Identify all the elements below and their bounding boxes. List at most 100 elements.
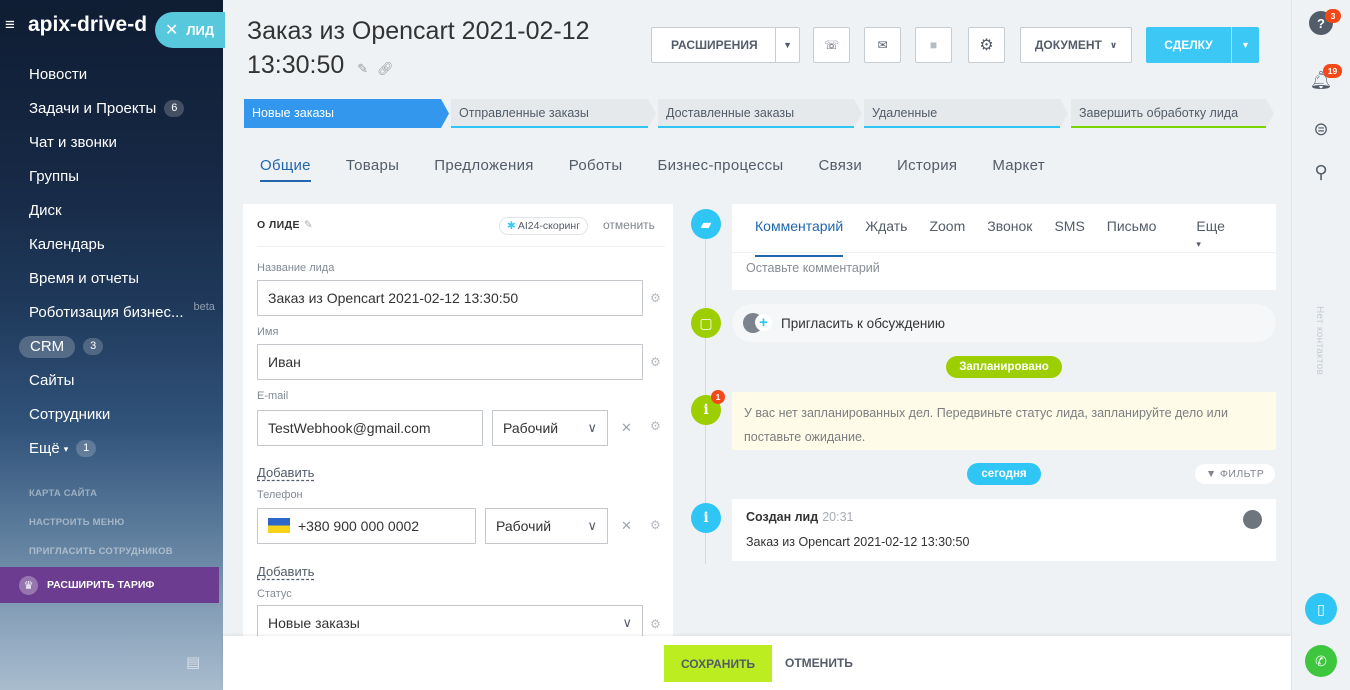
mail-icon[interactable]: ✉	[864, 27, 901, 63]
phone-icon[interactable]: ☏	[813, 27, 850, 63]
name-input[interactable]: Иван	[257, 344, 643, 380]
tab-general[interactable]: Общие	[260, 157, 311, 182]
sidebar-item-time[interactable]: Время и отчеты	[29, 268, 219, 302]
document-button[interactable]: ДОКУМЕНТ ∨	[1020, 27, 1132, 63]
panel-header: О ЛИДЕ ✎	[257, 219, 313, 231]
planned-empty-message: У вас нет запланированных дел. Передвинь…	[732, 392, 1276, 450]
sidebar-item-more[interactable]: Ещё ▾ 1	[29, 438, 219, 472]
tab-links[interactable]: Связи	[819, 157, 863, 182]
gear-icon[interactable]: ⚙	[650, 419, 661, 433]
email-input[interactable]: TestWebhook@gmail.com	[257, 410, 483, 446]
planned-pill: Запланировано	[946, 356, 1062, 378]
gear-icon[interactable]: ⚙	[650, 355, 661, 369]
tab-products[interactable]: Товары	[346, 157, 399, 182]
sidebar-item-tasks[interactable]: Задачи и Проекты 6	[29, 98, 219, 132]
stage-deleted[interactable]: Удаленные	[864, 99, 1068, 128]
comment-input[interactable]: Оставьте комментарий	[746, 261, 880, 275]
sidebar-item-label: CRM	[19, 336, 76, 358]
right-sidebar: ? 3 🔔︎ 19 ⊜ ⚲ Нет контактов ▯ ✆	[1291, 0, 1350, 690]
panel-header-label: О ЛИДЕ	[257, 219, 300, 231]
status-select[interactable]: Новые заказы ∨	[257, 605, 643, 636]
remove-phone-icon[interactable]: ✕	[621, 518, 632, 534]
stage-delivered-orders[interactable]: Доставленные заказы	[658, 99, 862, 128]
tab-business-processes[interactable]: Бизнес-процессы	[657, 157, 783, 182]
mobile-icon[interactable]: ▯	[1305, 593, 1337, 625]
lead-close-tab[interactable]: ✕ ЛИД	[155, 12, 225, 48]
gear-icon[interactable]: ⚙	[968, 27, 1005, 63]
cancel-edit-link[interactable]: отменить	[603, 218, 655, 232]
chat-icon[interactable]: ■	[915, 27, 952, 63]
phone-type-select[interactable]: Рабочий ∨	[485, 508, 608, 544]
cancel-button[interactable]: ОТМЕНИТЬ	[785, 645, 853, 682]
stage-new-orders[interactable]: Новые заказы	[244, 99, 449, 128]
menu-icon[interactable]: ≡	[5, 16, 21, 33]
close-icon[interactable]: ✕	[165, 20, 178, 40]
extensions-button[interactable]: РАСШИРЕНИЯ ▼	[651, 27, 800, 63]
remove-email-icon[interactable]: ✕	[621, 420, 632, 436]
extensions-label: РАСШИРЕНИЯ	[671, 38, 758, 52]
stage-sent-orders[interactable]: Отправленные заказы	[451, 99, 656, 128]
sidebar-item-crm[interactable]: CRM 3	[19, 336, 219, 370]
ukraine-flag-icon[interactable]	[268, 518, 290, 533]
no-contacts-text: Нет контактов	[1314, 306, 1325, 376]
save-button[interactable]: СОХРАНИТЬ	[664, 645, 772, 682]
gear-icon[interactable]: ⚙	[650, 291, 661, 305]
tab-bar: Общие Товары Предложения Роботы Бизнес-п…	[260, 157, 1080, 182]
search-icon[interactable]: ⚲	[1307, 158, 1335, 186]
stage-finish-lead[interactable]: Завершить обработку лида	[1071, 99, 1274, 128]
create-deal-button[interactable]: СДЕЛКУ ▼	[1146, 27, 1259, 63]
sidebar-item-employees[interactable]: Сотрудники	[29, 404, 219, 438]
status-value: Новые заказы	[268, 615, 360, 631]
chevron-down-icon: ▾	[1196, 239, 1201, 249]
invite-to-discussion-button[interactable]: Пригласить к обсуждению	[732, 304, 1276, 342]
user-avatar-icon[interactable]	[1243, 510, 1262, 529]
lead-name-input[interactable]: Заказ из Opencart 2021-02-12 13:30:50	[257, 280, 643, 316]
entry-text[interactable]: Заказ из Opencart 2021-02-12 13:30:50	[746, 535, 969, 549]
pencil-icon[interactable]: ✎	[304, 219, 313, 231]
sidebar-item-groups[interactable]: Группы	[29, 166, 219, 200]
upgrade-plan-button[interactable]: ♛ РАСШИРИТЬ ТАРИФ	[0, 567, 219, 603]
sidebar-item-robotization[interactable]: Роботизация бизнес... beta	[29, 301, 219, 336]
planned-count-badge: 1	[711, 390, 725, 404]
chevron-down-icon[interactable]: ▼	[1231, 27, 1259, 63]
phone-input[interactable]: +380 900 000 0002	[257, 508, 476, 544]
printer-icon[interactable]: ▤	[186, 653, 200, 671]
sidebar-item-disk[interactable]: Диск	[29, 200, 219, 234]
configure-menu-link[interactable]: НАСТРОИТЬ МЕНЮ	[29, 517, 124, 528]
gear-icon[interactable]: ⚙	[650, 617, 661, 631]
sidebar-item-calendar[interactable]: Календарь	[29, 234, 219, 268]
sidebar-item-news[interactable]: Новости	[29, 64, 219, 98]
divider	[257, 246, 665, 247]
deal-label: СДЕЛКУ	[1164, 38, 1213, 52]
ai-scoring-label: AI24-скоринг	[517, 220, 581, 232]
tab-market[interactable]: Маркет	[992, 157, 1045, 182]
sidebar-counter: 3	[83, 338, 104, 355]
add-phone-link[interactable]: Добавить	[257, 564, 314, 579]
chat-bubble-icon[interactable]: ⊜	[1307, 115, 1335, 143]
sidebar-item-sites[interactable]: Сайты	[29, 370, 219, 404]
invite-employees-link[interactable]: ПРИГЛАСИТЬ СОТРУДНИКОВ	[29, 546, 173, 557]
add-email-link[interactable]: Добавить	[257, 465, 314, 480]
phone-call-icon[interactable]: ✆	[1305, 645, 1337, 677]
lead-created-entry: Создан лид 20:31 Заказ из Opencart 2021-0…	[732, 499, 1276, 561]
phone-value: +380 900 000 0002	[298, 518, 420, 534]
comment-icon: ▰	[691, 209, 721, 239]
link-icon[interactable]: 🔗︎	[377, 61, 394, 76]
sidebar-item-chat[interactable]: Чат и звонки	[29, 132, 219, 166]
sitemap-link[interactable]: КАРТА САЙТА	[29, 488, 97, 499]
filter-button[interactable]: ▼ ФИЛЬТР	[1195, 464, 1275, 484]
email-type-select[interactable]: Рабочий ∨	[492, 410, 608, 446]
sidebar-counter: 1	[76, 440, 97, 457]
chevron-down-icon[interactable]: ▼	[775, 28, 799, 62]
sidebar-item-label: Новости	[29, 66, 88, 83]
gear-icon[interactable]: ⚙	[650, 518, 661, 532]
timeline: ▰ Комментарий Ждать Zoom Звонок SMS Пись…	[689, 204, 1277, 636]
tab-offers[interactable]: Предложения	[434, 157, 533, 182]
tab-history[interactable]: История	[897, 157, 957, 182]
tab-robots[interactable]: Роботы	[569, 157, 623, 182]
portal-name[interactable]: apix-drive-d	[28, 13, 147, 37]
stage-label: Удаленные	[872, 106, 938, 120]
pencil-icon[interactable]: ✎	[357, 61, 368, 76]
ai-scoring-button[interactable]: ✱ AI24-скоринг	[499, 217, 589, 235]
lead-name-label: Название лида	[257, 262, 335, 274]
